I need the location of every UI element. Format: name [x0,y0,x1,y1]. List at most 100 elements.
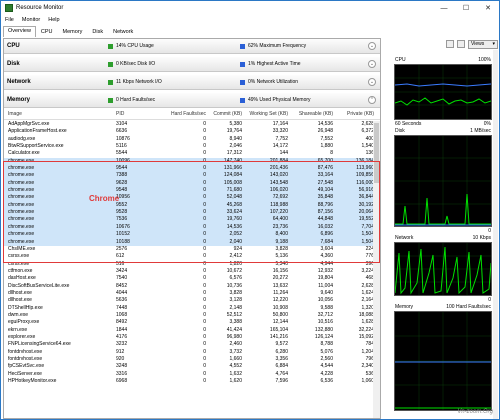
table-row[interactable]: csrss.exe 612 0 2,412 5,136 4,360 776 [4,253,380,260]
table-cell: 11,264 [273,289,288,296]
graph-scrollbar[interactable] [493,50,498,419]
scroll-thumb[interactable] [374,123,379,183]
table-cell: 52,048 [226,194,242,201]
table-row[interactable]: chrome.exe 9548 0 71,680 106,020 49,104 56,916 [4,187,380,195]
disk-graph-max: 1 MB/sec [470,128,491,134]
section-cpu[interactable]: CPU 14% CPU Usage 62% Maximum Frequency … [4,39,380,54]
table-cell: 9552 [116,201,128,208]
minimize-button[interactable]: — [433,1,455,15]
table-row[interactable]: HPHotkeyMonitor.exe 6968 0 1,620 7,596 6,536 1… [4,378,380,385]
table-cell: 9,588 [320,304,333,311]
expand-icon[interactable] [446,40,454,48]
tab-network[interactable]: Network [108,27,138,37]
col-hard-faults[interactable]: Hard Faults/sec [156,111,210,119]
table-row[interactable]: chrome.exe 7388 0 124,084 143,020 33,164 109,8… [4,172,380,180]
table-scrollbar[interactable] [373,121,380,418]
table-row[interactable]: chrome.exe 10956 0 52,048 72,692 35,848 36,844 [4,194,380,202]
table-row[interactable]: chrome.exe 9544 0 131,966 201,436 87,476 113,9… [4,165,380,173]
table-row[interactable]: Calculator.exe 5544 0 17,312 144 8 136 [4,150,380,157]
table-cell: 0 [203,356,206,362]
table-cell: 12,144 [272,319,288,326]
table-row[interactable]: fpCSEvtSvc.exe 3248 0 4,552 6,884 4,544 2,340 [4,363,380,370]
table-cell: 0 [203,348,206,355]
table-cell: 17,164 [272,121,288,127]
table-row[interactable]: dasHost.exe 7540 0 6,576 20,272 19,804 468 [4,275,380,282]
table-cell: 7540 [116,275,128,282]
chevron-down-icon[interactable]: ⌄ [368,78,376,86]
section-memory[interactable]: Memory 0 Hard Faults/sec 49% Used Physic… [4,93,380,108]
section-disk[interactable]: Disk 0 KB/sec Disk I/O 1% Highest Active… [4,57,380,72]
network-graph [394,242,492,296]
table-row[interactable]: audiodg.exe 10876 0 8,940 7,752 7,552 400 [4,136,380,143]
chevron-up-icon[interactable]: ⌃ [368,96,376,104]
table-row[interactable]: chrome.exe 7536 0 19,760 64,400 44,848 19,552 [4,216,380,224]
table-cell: 143,020 [269,172,288,179]
chevron-down-icon[interactable]: ⌄ [368,60,376,68]
table-cell: 1068 [116,311,128,318]
maximize-button[interactable]: ☐ [455,1,477,15]
table-row[interactable]: BtwRSupportService.exe 5116 0 2,046 14,172 1,… [4,143,380,150]
table-cell: 4,228 [320,370,333,377]
table-row[interactable]: fontdrvhost.exe 920 0 1,660 3,356 2,560 796 [4,356,380,363]
table-row[interactable]: chrome.exe 10096 0 147,740 201,884 65,700 136,… [4,157,380,166]
col-working-set[interactable]: Working Set (KB) [244,111,290,119]
table-cell: 5544 [116,150,128,157]
table-cell: 107,220 [269,209,288,216]
tab-overview[interactable]: Overview [3,26,36,37]
table-cell: 5636 [116,297,128,304]
table-cell: 0 [203,260,206,267]
table-row[interactable]: AdAppMgrSvc.exe 3104 0 5,380 17,164 14,536 2,6… [4,121,380,128]
table-row[interactable]: ekrn.exe 1844 0 41,424 165,104 132,880 32,224 [4,327,380,334]
table-row[interactable]: ApplicationFrameHost.exe 6636 0 19,764 33,32… [4,128,380,135]
table-row[interactable]: fontdrvhost.exe 912 0 3,732 6,280 5,076 1,204 [4,349,380,356]
table-row[interactable]: FNPLicensingService64.exe 3232 0 2,460 9,572… [4,341,380,348]
table-row[interactable]: dwm.exe 1068 0 52,512 50,800 32,712 18,088 [4,312,380,319]
table-row[interactable]: dllhost.exe 4044 0 3,828 11,264 9,640 1,624 [4,290,380,297]
tab-disk[interactable]: Disk [87,27,108,37]
table-row[interactable]: dllhost.exe 5636 0 3,128 12,220 10,056 2,164 [4,297,380,304]
col-shareable[interactable]: Shareable (KB) [290,111,335,119]
tab-memory[interactable]: Memory [58,27,88,37]
table-row[interactable]: ctfmon.exe 3424 0 10,672 16,156 12,932 3,224 [4,268,380,275]
table-row[interactable]: eguiProxy.exe 8492 0 3,388 12,144 10,516 1,628 [4,319,380,326]
menu-help[interactable]: Help [44,17,63,23]
views-dropdown[interactable]: Views ▾ [468,39,498,49]
table-row[interactable]: HeciServer.exe 3316 0 1,632 4,764 4,228 536 [4,371,380,378]
tab-cpu[interactable]: CPU [36,27,58,37]
table-row[interactable]: chrome.exe 10188 0 2,040 9,188 7,684 1,504 [4,238,380,246]
table-cell: 3424 [116,267,128,274]
table-cell: csrss.exe [8,253,30,260]
table-row[interactable]: DTShellHlp.exe 7448 0 2,148 10,908 9,588 1,320 [4,305,380,312]
table-cell: HeciServer.exe [8,370,42,377]
table-row[interactable]: chrome.exe 10152 0 2,052 8,400 6,896 1,504 [4,231,380,239]
graph-panel: Views ▾ CPU 100% 60 Seconds 0% Disk 1 MB/sec… [394,38,498,419]
table-row[interactable]: explorer.exe 4176 0 96,980 141,216 126,124 15,… [4,334,380,341]
table-row[interactable]: chrome.exe 9628 0 105,008 143,548 27,548 116,0… [4,179,380,188]
collapse-icon[interactable] [457,40,465,48]
table-cell: 10,672 [226,267,242,274]
menu-monitor[interactable]: Monitor [18,17,44,23]
close-button[interactable]: ✕ [477,1,499,15]
section-network[interactable]: Network 11 Kbps Network I/O 0% Network U… [4,75,380,90]
table-row[interactable]: chrome.exe 9528 0 33,624 107,220 87,156 20,064 [4,209,380,217]
table-cell: fpCSEvtSvc.exe [8,363,45,370]
table-cell: BtwRSupportService.exe [8,143,64,150]
table-cell: 3,732 [229,348,242,355]
col-pid[interactable]: PID [116,111,156,119]
table-row[interactable]: chrome.exe 10676 0 14,536 23,736 16,032 7,704 [4,223,380,232]
table-cell: 0 [203,135,206,142]
chevron-down-icon[interactable]: ⌄ [368,42,376,50]
col-commit[interactable]: Commit (KB) [210,111,244,119]
table-row[interactable]: ChsIME.exe 2576 0 924 3,828 3,604 224 [4,246,380,253]
table-row[interactable]: DiscSoftBusServiceLite.exe 8452 0 10,736 13,… [4,283,380,290]
table-cell: 0 [203,179,206,186]
menu-file[interactable]: File [1,17,18,23]
table-cell: 1,880 [320,143,333,150]
col-image[interactable]: Image [4,111,116,119]
metric-swatch [240,97,245,103]
table-row[interactable]: csrss.exe 516 0 1,820 5,340 4,944 396 [4,261,380,268]
table-cell: dllhost.exe [8,297,32,304]
col-private[interactable]: Private (KB) [335,111,380,119]
memory-graph [394,311,492,411]
table-row[interactable]: chrome.exe 9552 0 45,268 118,988 88,796 30,192 [4,201,380,210]
